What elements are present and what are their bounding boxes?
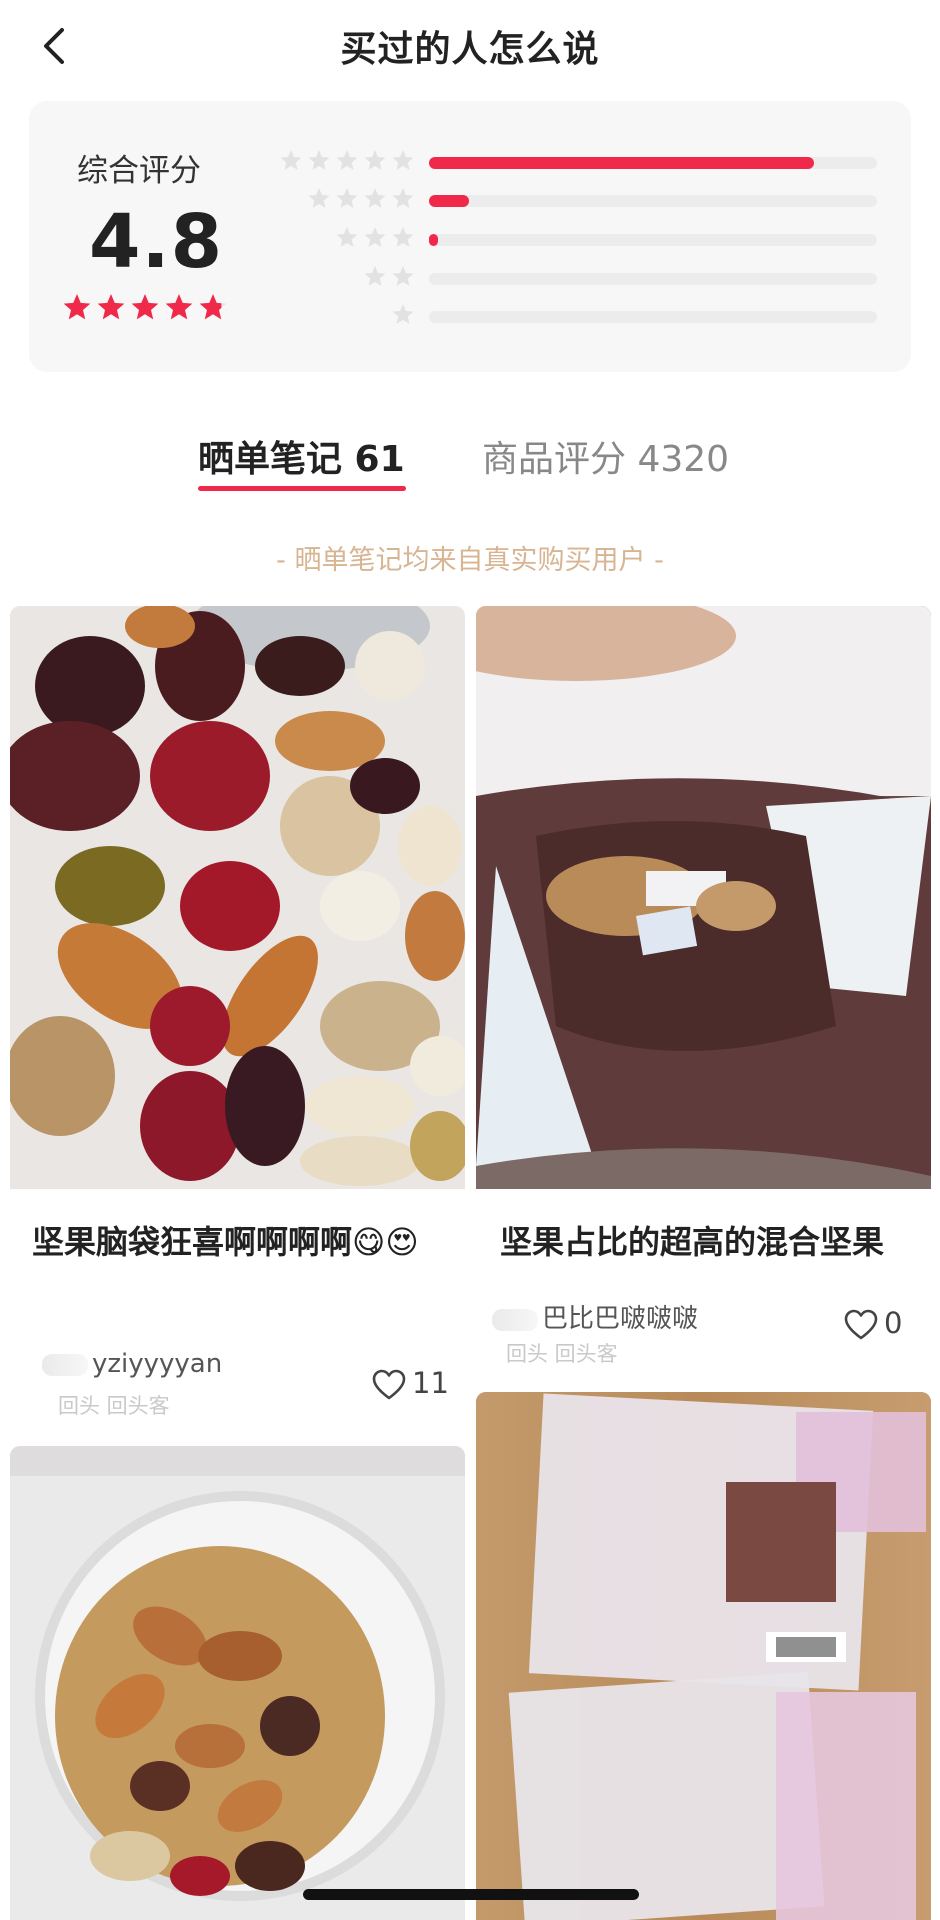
star-level-5 [280,150,414,170]
tab-reviews[interactable]: 商品评分 4320 [482,430,729,482]
card-image [476,1392,931,1920]
mixed-nuts-photo [10,606,465,1189]
rating-bar-fill [429,195,470,207]
star-icon [336,227,358,247]
page-title: 买过的人怎么说 [340,29,600,70]
star-icon [364,150,386,170]
avatar [492,1308,538,1331]
like-button[interactable]: 0 [844,1306,902,1341]
star-level-3 [336,227,414,247]
star-icon [280,150,302,170]
username-text: yziyyyyan [92,1349,223,1379]
star-icon [364,188,386,208]
rating-distribution-row [29,225,911,255]
card-title: 坚果占比的超高的混合坚果 [500,1223,885,1261]
star-icon [392,227,414,247]
card-user-tag: 回头 回头客 [58,1394,170,1418]
like-count: 11 [412,1366,449,1400]
star-icon [392,304,414,324]
rating-summary-card: 综合评分 4.8 [29,101,911,372]
note-card[interactable]: 坚果占比的超高的混合坚果 巴比巴啵啵啵 回头 回头客 0 [476,606,931,1366]
card-image [476,606,931,1189]
star-icon [308,188,330,208]
rating-bar-fill [429,234,438,246]
card-user-tag: 回头 回头客 [506,1342,618,1366]
notice-text: - 晒单笔记均来自真实购买用户 - [276,545,664,576]
star-icon [364,227,386,247]
star-icon [336,150,358,170]
review-tabs: 晒单笔记 61 商品评分 4320 [0,430,940,500]
card-username: yziyyyyan [42,1349,222,1379]
star-level-2 [364,266,414,286]
card-image [10,1446,465,1920]
active-tab-indicator [198,486,406,491]
rating-bar-track [429,234,877,246]
rating-distribution-row [29,302,911,332]
heart-icon [844,1309,878,1340]
tab-notes[interactable]: 晒单笔记 61 [198,430,405,482]
star-icon [392,188,414,208]
star-icon [336,188,358,208]
card-image [10,606,465,1189]
star-level-1 [392,304,414,324]
star-level-4 [308,188,414,208]
rating-bar-track [429,157,877,169]
nut-packets-photo [476,1392,931,1920]
rating-bar-fill [429,157,815,169]
rating-bar-track [429,311,877,323]
star-icon [392,266,414,286]
nuts-jar-photo [10,1446,465,1920]
star-icon [308,150,330,170]
rating-distribution-row [29,186,911,216]
rating-distribution-row [29,148,911,178]
home-indicator [303,1889,639,1900]
username-text: 巴比巴啵啵啵 [542,1304,699,1334]
star-icon [392,150,414,170]
like-count: 0 [884,1306,903,1340]
note-card[interactable] [476,1392,931,1920]
rating-distribution-row [29,264,911,294]
note-card[interactable]: 坚果脑袋狂喜啊啊啊啊😋😍 yziyyyyan 回头 回头客 11 [10,606,465,1426]
avatar [42,1353,88,1376]
nuts-container-photo [476,606,931,1189]
rating-bar-track [429,273,877,285]
header: 买过的人怎么说 [0,0,940,90]
rating-bar-track [429,195,877,207]
star-icon [364,266,386,286]
card-username: 巴比巴啵啵啵 [492,1298,698,1335]
heart-icon [372,1369,406,1400]
note-card[interactable] [10,1446,465,1920]
like-button[interactable]: 11 [372,1366,449,1401]
card-title: 坚果脑袋狂喜啊啊啊啊😋😍 [32,1223,419,1261]
